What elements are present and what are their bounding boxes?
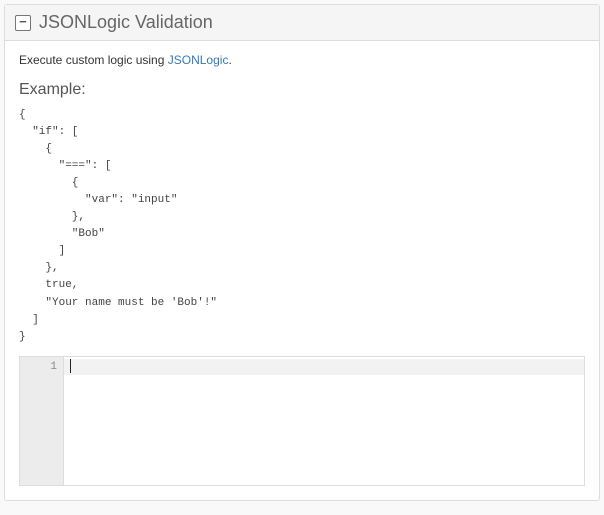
editor-content[interactable] [64,357,584,485]
jsonlogic-panel: − JSONLogic Validation Execute custom lo… [4,4,600,501]
collapse-icon[interactable]: − [15,15,31,31]
desc-prefix: Execute custom logic using [19,53,168,67]
example-code: { "if": [ { "===": [ { "var": "input" },… [19,107,585,346]
panel-body: Execute custom logic using JSONLogic. Ex… [5,41,599,500]
line-number: 1 [20,359,57,375]
example-heading: Example: [19,81,585,99]
text-cursor [70,359,71,373]
jsonlogic-link[interactable]: JSONLogic [168,53,229,67]
panel-title: JSONLogic Validation [39,12,213,33]
code-editor[interactable]: 1 [19,356,585,486]
desc-suffix: . [228,53,231,67]
description-text: Execute custom logic using JSONLogic. [19,53,585,67]
editor-gutter: 1 [20,357,64,485]
panel-heading: − JSONLogic Validation [5,5,599,41]
